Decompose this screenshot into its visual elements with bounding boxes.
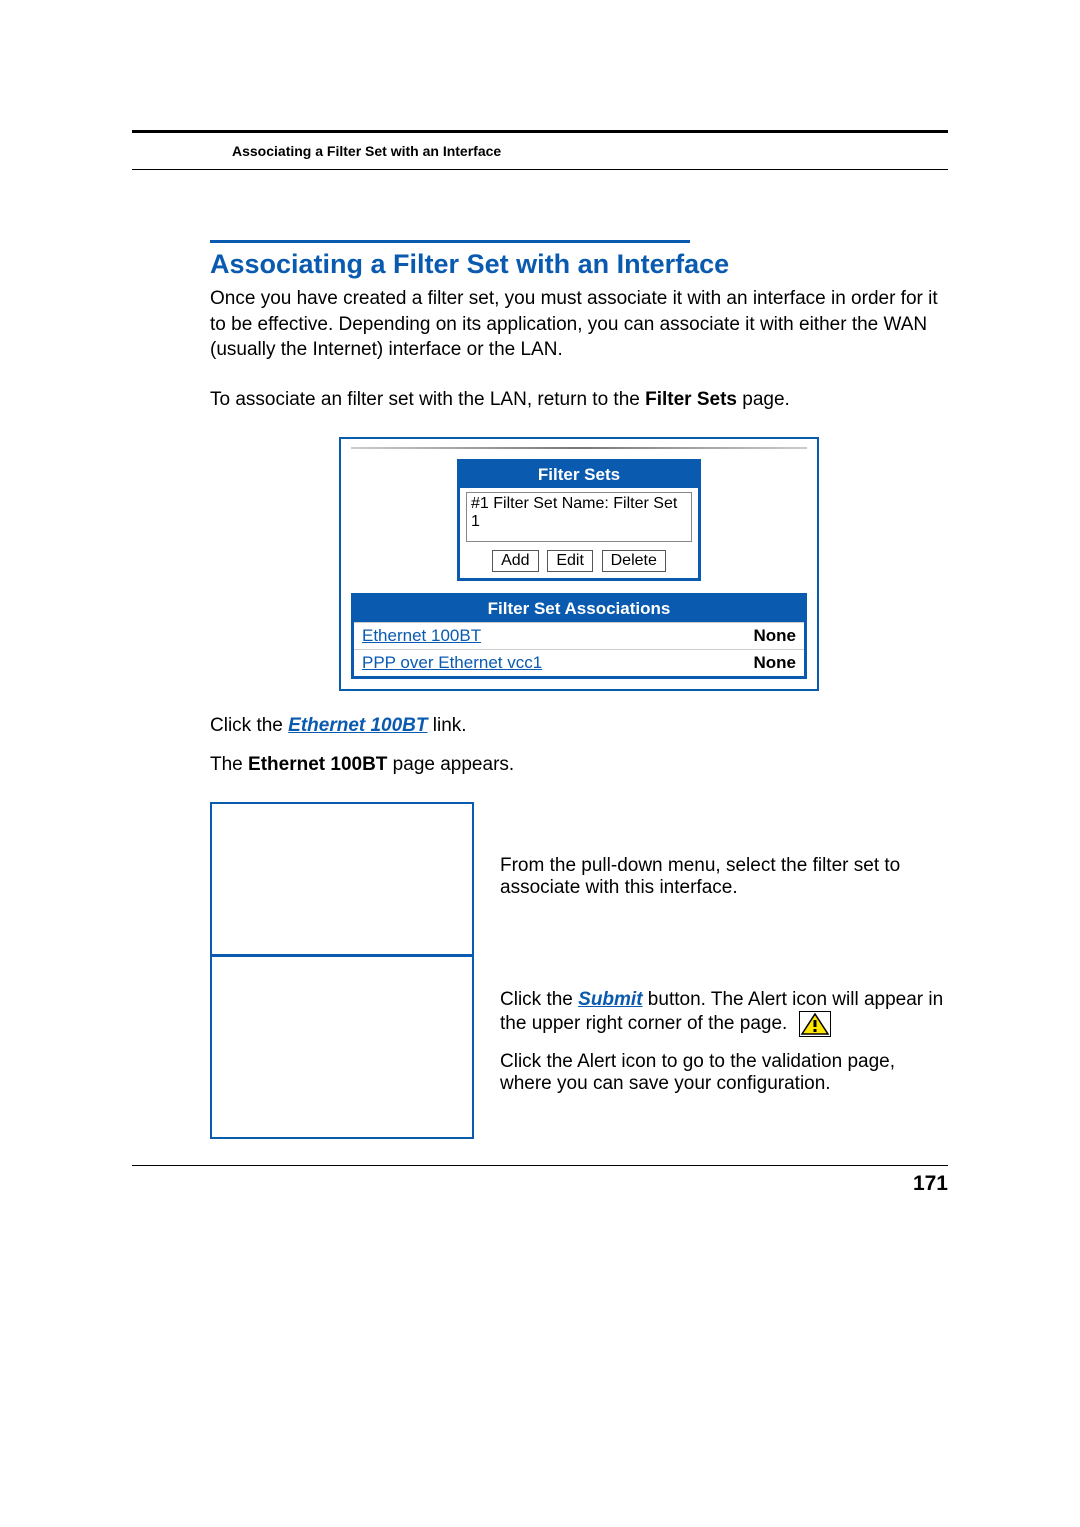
add-button[interactable]: Add: [492, 550, 538, 572]
steps-figure: From the pull-down menu, select the filt…: [210, 802, 948, 1139]
running-head: Associating a Filter Set with an Interfa…: [132, 133, 948, 159]
title-rule: [210, 240, 690, 243]
screenshot-placeholder: [210, 802, 474, 1139]
alert-icon[interactable]: [799, 1011, 831, 1037]
table-row: Ethernet 100BT None: [353, 622, 806, 649]
associations-header: Filter Set Associations: [353, 594, 806, 622]
filter-set-associations-table: Filter Set Associations Ethernet 100BT N…: [351, 593, 807, 679]
step3-text: Click the Alert icon to go to the valida…: [500, 1051, 948, 1095]
text: The: [210, 754, 248, 775]
ethernet-100bt-bold: Ethernet 100BT: [248, 754, 387, 775]
placeholder-bottom: [212, 957, 472, 1137]
filter-sets-label: Filter Sets: [645, 389, 737, 410]
ethernet-100bt-inline-link[interactable]: Ethernet 100BT: [288, 715, 427, 736]
filter-sets-table: Filter Sets #1 Filter Set Name: Filter S…: [457, 459, 701, 581]
click-ethernet-line: Click the Ethernet 100BT link.: [210, 713, 948, 739]
figure-top-rule: [351, 447, 807, 449]
text: Click the: [210, 715, 288, 736]
text: page.: [737, 389, 790, 410]
placeholder-top: [212, 804, 472, 954]
text: To associate an filter set with the LAN,…: [210, 389, 645, 410]
filter-set-listbox[interactable]: #1 Filter Set Name: Filter Set 1: [466, 492, 692, 542]
text: link.: [428, 715, 467, 736]
step2-block: Click the Submit button. The Alert icon …: [500, 952, 948, 1132]
text: Click the: [500, 989, 578, 1010]
assoc-value: None: [700, 649, 805, 677]
edit-button[interactable]: Edit: [547, 550, 593, 572]
ppp-over-ethernet-link[interactable]: PPP over Ethernet vcc1: [362, 653, 542, 672]
page-appears-line: The Ethernet 100BT page appears.: [210, 752, 948, 778]
table-row: PPP over Ethernet vcc1 None: [353, 649, 806, 677]
intro-paragraph: Once you have created a filter set, you …: [210, 286, 948, 363]
filter-sets-figure: Filter Sets #1 Filter Set Name: Filter S…: [339, 437, 819, 691]
assoc-value: None: [700, 622, 805, 649]
list-item[interactable]: #1 Filter Set Name: Filter Set 1: [471, 495, 677, 530]
filter-sets-header: Filter Sets: [459, 460, 700, 488]
text: From the pull-down menu, select the filt…: [500, 855, 948, 899]
delete-button[interactable]: Delete: [602, 550, 666, 572]
page-title: Associating a Filter Set with an Interfa…: [210, 249, 948, 280]
ethernet-100bt-link[interactable]: Ethernet 100BT: [362, 626, 481, 645]
header-rule: [132, 169, 948, 170]
text: page appears.: [387, 754, 514, 775]
step1-text: From the pull-down menu, select the filt…: [500, 802, 948, 952]
page-number: 171: [132, 1166, 948, 1196]
instruction-paragraph: To associate an filter set with the LAN,…: [210, 387, 948, 413]
submit-link[interactable]: Submit: [578, 989, 642, 1010]
